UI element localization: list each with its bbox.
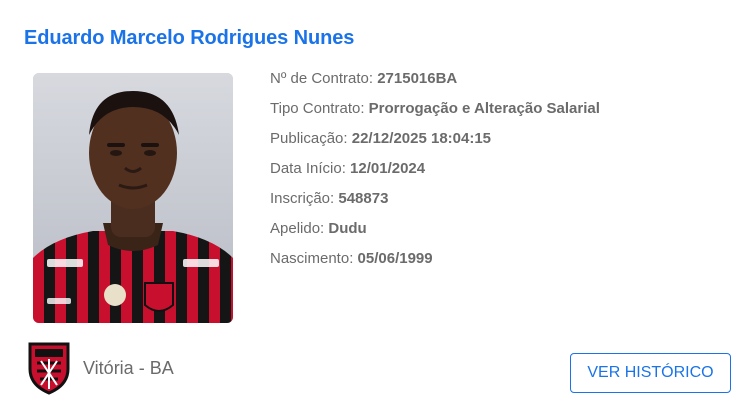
birth-date-value: 05/06/1999 bbox=[357, 250, 433, 267]
nickname-value: Dudu bbox=[328, 220, 367, 237]
registration-value: 548873 bbox=[338, 190, 389, 207]
contract-type-label: Tipo Contrato: bbox=[270, 100, 365, 117]
start-date-row: Data Início: 12/01/2024 bbox=[270, 159, 600, 189]
contract-card: Eduardo Marcelo Rodrigues Nunes Nº de Co… bbox=[0, 0, 756, 418]
club-info: Vitória - BA bbox=[27, 341, 174, 395]
publication-label: Publicação: bbox=[270, 130, 348, 147]
contract-number-row: Nº de Contrato: 2715016BA bbox=[270, 69, 600, 99]
birth-date-label: Nascimento: bbox=[270, 250, 354, 267]
view-history-button[interactable]: VER HISTÓRICO bbox=[570, 353, 731, 393]
contract-type-row: Tipo Contrato: Prorrogação e Alteração S… bbox=[270, 99, 600, 129]
start-date-label: Data Início: bbox=[270, 160, 346, 177]
publication-value: 22/12/2025 18:04:15 bbox=[351, 130, 492, 147]
contract-number-label: Nº de Contrato: bbox=[270, 70, 374, 87]
player-name: Eduardo Marcelo Rodrigues Nunes bbox=[24, 27, 355, 49]
club-name: Vitória - BA bbox=[83, 357, 174, 378]
registration-row: Inscrição: 548873 bbox=[270, 189, 600, 219]
birth-date-row: Nascimento: 05/06/1999 bbox=[270, 249, 600, 279]
nickname-label: Apelido: bbox=[270, 220, 325, 237]
contract-type-value: Prorrogação e Alteração Salarial bbox=[368, 100, 600, 117]
publication-row: Publicação: 22/12/2025 18:04:15 bbox=[270, 129, 600, 159]
start-date-value: 12/01/2024 bbox=[350, 160, 426, 177]
club-crest-icon bbox=[28, 342, 70, 395]
nickname-row: Apelido: Dudu bbox=[270, 219, 600, 249]
contract-number-value: 2715016BA bbox=[377, 70, 458, 87]
player-photo bbox=[33, 73, 233, 323]
registration-label: Inscrição: bbox=[270, 190, 335, 207]
contract-details: Nº de Contrato: 2715016BA Tipo Contrato:… bbox=[270, 69, 600, 279]
